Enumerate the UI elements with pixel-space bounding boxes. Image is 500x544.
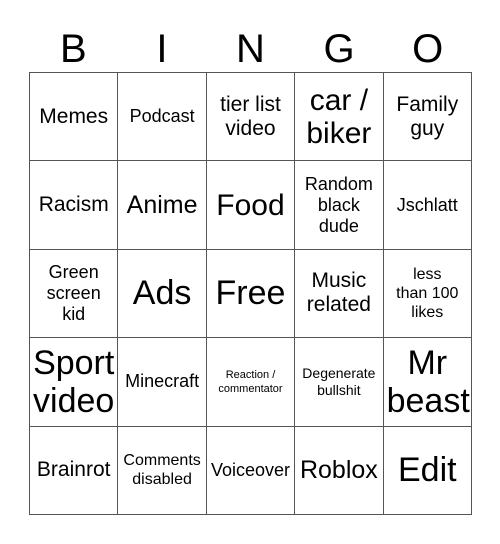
bingo-cell-label: Brainrot	[36, 458, 111, 482]
bingo-cell[interactable]: car / biker	[295, 73, 384, 162]
bingo-cell[interactable]: Minecraft	[118, 338, 207, 427]
bingo-cell[interactable]: tier list video	[206, 73, 296, 162]
bingo-cell-label: Sport video	[33, 343, 115, 420]
bingo-cell-label: Comments disabled	[123, 452, 201, 489]
bingo-cell-label: Anime	[126, 191, 198, 220]
bingo-header: BINGO	[29, 20, 472, 70]
bingo-card: B I N G O Memes Podcast tier list video car / b…	[0, 0, 500, 544]
bingo-cell-label: Green screen kid	[46, 261, 101, 324]
bingo-cell[interactable]: Jschlatt	[383, 161, 472, 250]
bingo-cell-label: Mr beast	[386, 343, 470, 420]
bingo-cell-label: tier list video	[220, 92, 281, 140]
bingo-cell[interactable]: Green screen kid	[30, 249, 119, 339]
bingo-cell[interactable]: Food	[206, 161, 296, 250]
bingo-cell[interactable]: less than 100 likes	[383, 249, 472, 339]
bingo-cell[interactable]: Brainrot	[30, 426, 119, 515]
bingo-cell-label: Memes	[39, 104, 109, 128]
bingo-header-letter-1: B	[59, 27, 87, 71]
bingo-cell-label: Roblox	[299, 456, 378, 485]
bingo-cell-label: less than 100 likes	[396, 265, 459, 321]
bingo-cell[interactable]: Ads	[118, 249, 207, 339]
bingo-cell[interactable]: Racism	[30, 161, 119, 250]
bingo-cell-label: car / biker	[306, 83, 372, 150]
bingo-cell[interactable]: Sport video	[30, 338, 119, 427]
bingo-cell-label: Jschlatt	[396, 194, 458, 215]
bingo-cell[interactable]: Voiceover	[206, 426, 296, 515]
bingo-cell[interactable]: Podcast	[118, 73, 207, 162]
bingo-cell-label: Racism	[38, 193, 109, 217]
bingo-header-letter-4: G	[323, 27, 355, 71]
bingo-cell-label: Minecraft	[125, 371, 200, 392]
bingo-cell-label: Family guy	[396, 92, 459, 140]
bingo-cell-label: Voiceover	[210, 459, 291, 480]
bingo-cell[interactable]: Anime	[118, 161, 207, 250]
bingo-cell[interactable]: Free	[206, 249, 296, 339]
bingo-cell-label: Degenerate bullshit	[302, 364, 376, 398]
bingo-cell-label: Reaction / commentator	[218, 368, 283, 395]
bingo-cell-label: Music related	[306, 269, 371, 317]
bingo-cell-label: Free	[215, 274, 286, 313]
bingo-header-letter-5: O	[412, 27, 444, 71]
bingo-cell[interactable]: Random black dude	[295, 161, 384, 250]
bingo-cell[interactable]: Roblox	[295, 426, 384, 515]
bingo-cell-label: Ads	[132, 274, 192, 313]
bingo-cell[interactable]: Reaction / commentator	[206, 338, 296, 427]
bingo-cell-label: Edit	[398, 451, 457, 490]
bingo-cell[interactable]: Music related	[295, 249, 384, 339]
bingo-grid: Memes Podcast tier list video car / biker Fa…	[29, 72, 472, 515]
bingo-header-letter-3: N	[236, 27, 265, 71]
bingo-cell-label: Podcast	[129, 106, 195, 127]
bingo-cell[interactable]: Family guy	[383, 73, 472, 162]
bingo-cell-label: Random black dude	[304, 173, 373, 236]
bingo-cell[interactable]: Mr beast	[383, 338, 472, 427]
bingo-cell[interactable]: Degenerate bullshit	[295, 338, 384, 427]
bingo-cell[interactable]: Edit	[383, 426, 472, 515]
bingo-header-letter-2: I	[156, 27, 168, 71]
bingo-cell[interactable]: Memes	[30, 73, 119, 162]
bingo-cell-label: Food	[216, 188, 285, 222]
bingo-cell[interactable]: Comments disabled	[118, 426, 207, 515]
